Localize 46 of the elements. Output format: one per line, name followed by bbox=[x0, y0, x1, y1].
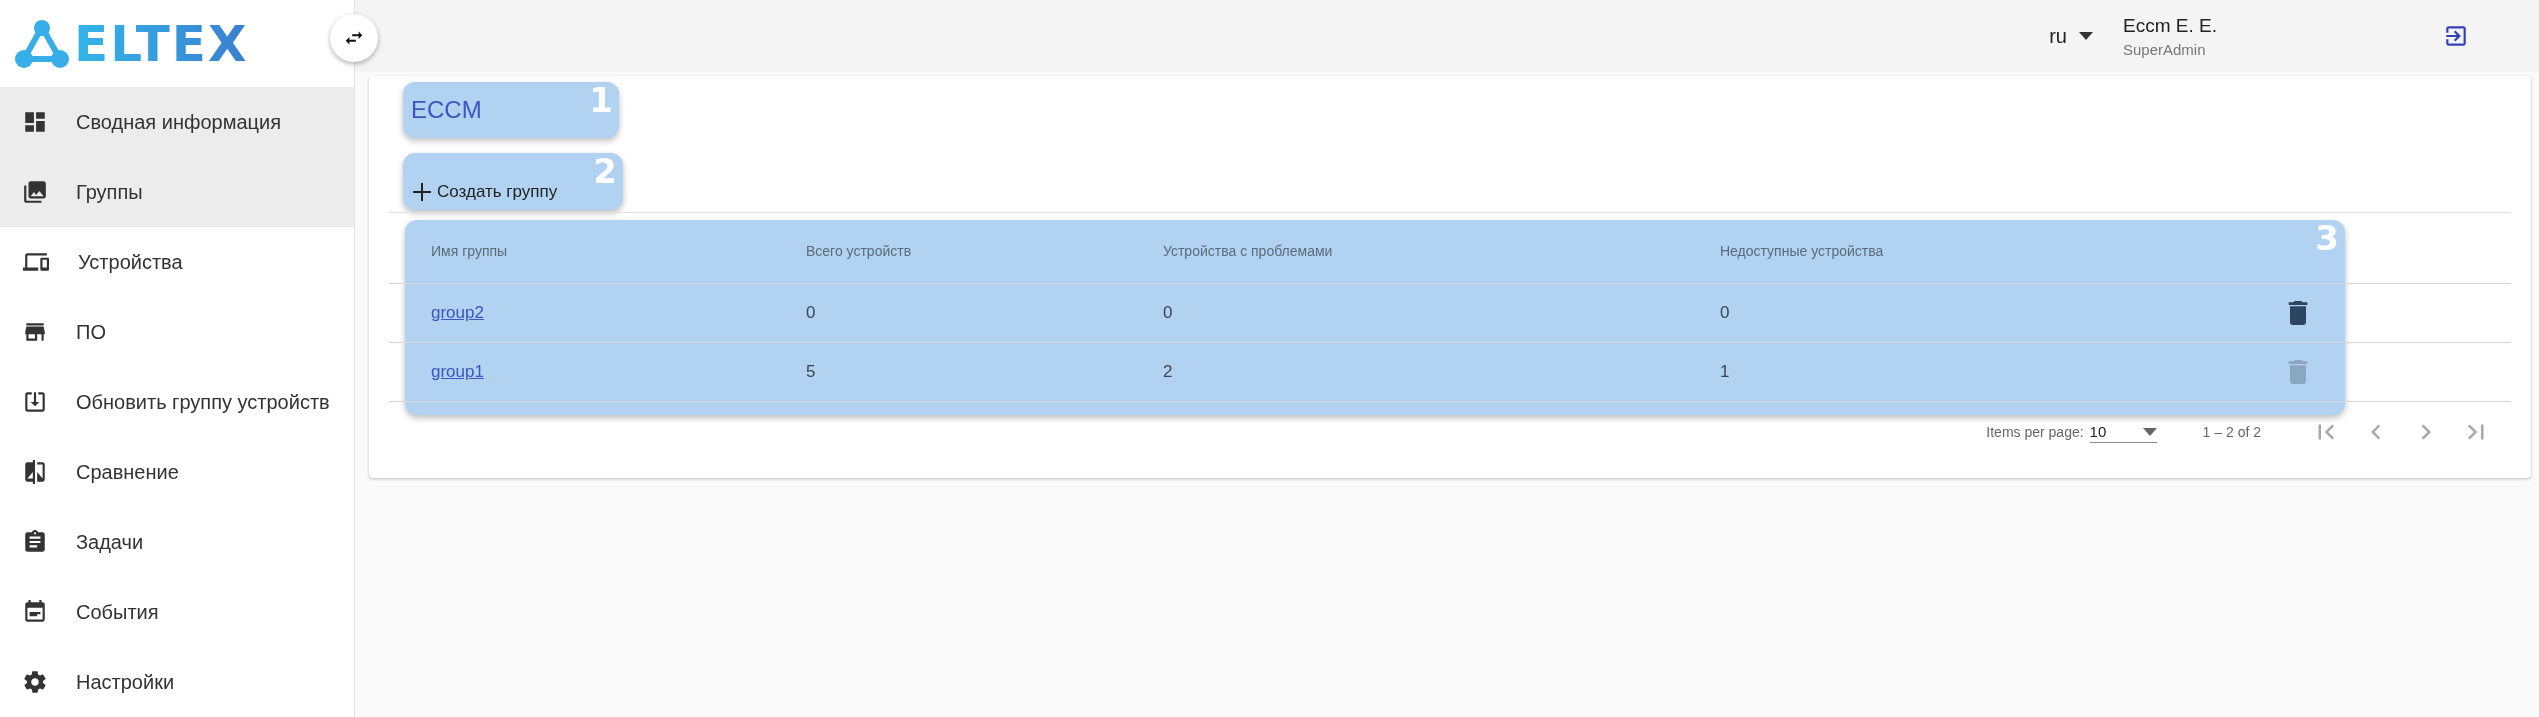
column-header: Всего устройств bbox=[806, 243, 912, 259]
sidebar-item[interactable]: Настройки bbox=[0, 647, 354, 717]
language-select[interactable]: ru bbox=[2049, 24, 2093, 48]
user-name: Eccm E. E. bbox=[2123, 14, 2218, 37]
table-cell: 0 bbox=[806, 303, 816, 323]
table-cell: 1 bbox=[1720, 362, 1730, 382]
table-cell: 0 bbox=[1720, 303, 1730, 323]
column-header: Имя группы bbox=[431, 243, 508, 259]
page-size-select[interactable]: 10 bbox=[2089, 421, 2157, 443]
table-cell: 0 bbox=[1163, 303, 1173, 323]
photo-library-icon bbox=[22, 179, 48, 205]
page-range: 1 – 2 of 2 bbox=[2202, 424, 2261, 440]
sidebar-item[interactable]: События bbox=[0, 577, 354, 647]
sidebar-item[interactable]: Сводная информация bbox=[0, 87, 354, 157]
user-role: SuperAdmin bbox=[2123, 40, 2207, 58]
sidebar-item[interactable]: Задачи bbox=[0, 507, 354, 577]
sidebar-item[interactable]: Сравнение bbox=[0, 437, 354, 507]
clipboard-icon bbox=[22, 529, 48, 555]
sidebar-item[interactable]: Обновить группу устройств bbox=[0, 367, 354, 437]
sidebar-item[interactable]: Группы bbox=[0, 157, 354, 227]
download-box-icon bbox=[22, 389, 48, 415]
logo-icon bbox=[14, 18, 70, 69]
column-header: Недоступные устройства bbox=[1720, 243, 1884, 259]
table-cell: 5 bbox=[806, 362, 816, 382]
page-title: ECCM bbox=[410, 96, 482, 124]
plus-icon bbox=[413, 183, 431, 201]
trash-icon[interactable] bbox=[2287, 301, 2309, 325]
calendar-icon bbox=[22, 599, 48, 625]
items-per-page-label: Items per page: bbox=[1986, 424, 2084, 440]
table-cell: 2 bbox=[1163, 362, 1173, 382]
group-link[interactable]: group1 bbox=[431, 362, 484, 382]
group-link[interactable]: group2 bbox=[431, 303, 484, 323]
callout-number: 3 bbox=[2315, 218, 2339, 258]
sidebar-toggle-button[interactable] bbox=[330, 14, 378, 62]
settings-icon bbox=[22, 669, 48, 695]
create-group-button[interactable]: Создать группу bbox=[403, 182, 558, 210]
column-header: Устройства с проблемами bbox=[1163, 243, 1333, 259]
dashboard-icon bbox=[22, 109, 48, 135]
dropdown-arrow-icon bbox=[2142, 427, 2157, 436]
callout-number: 1 bbox=[589, 80, 613, 120]
sidebar-item[interactable]: ПО bbox=[0, 297, 354, 367]
callout-number: 2 bbox=[593, 151, 617, 191]
dropdown-arrow-icon bbox=[2079, 32, 2093, 40]
logout-icon[interactable] bbox=[2443, 23, 2469, 49]
compare-icon bbox=[22, 459, 48, 485]
sidebar-item[interactable]: Устройства bbox=[0, 227, 354, 297]
